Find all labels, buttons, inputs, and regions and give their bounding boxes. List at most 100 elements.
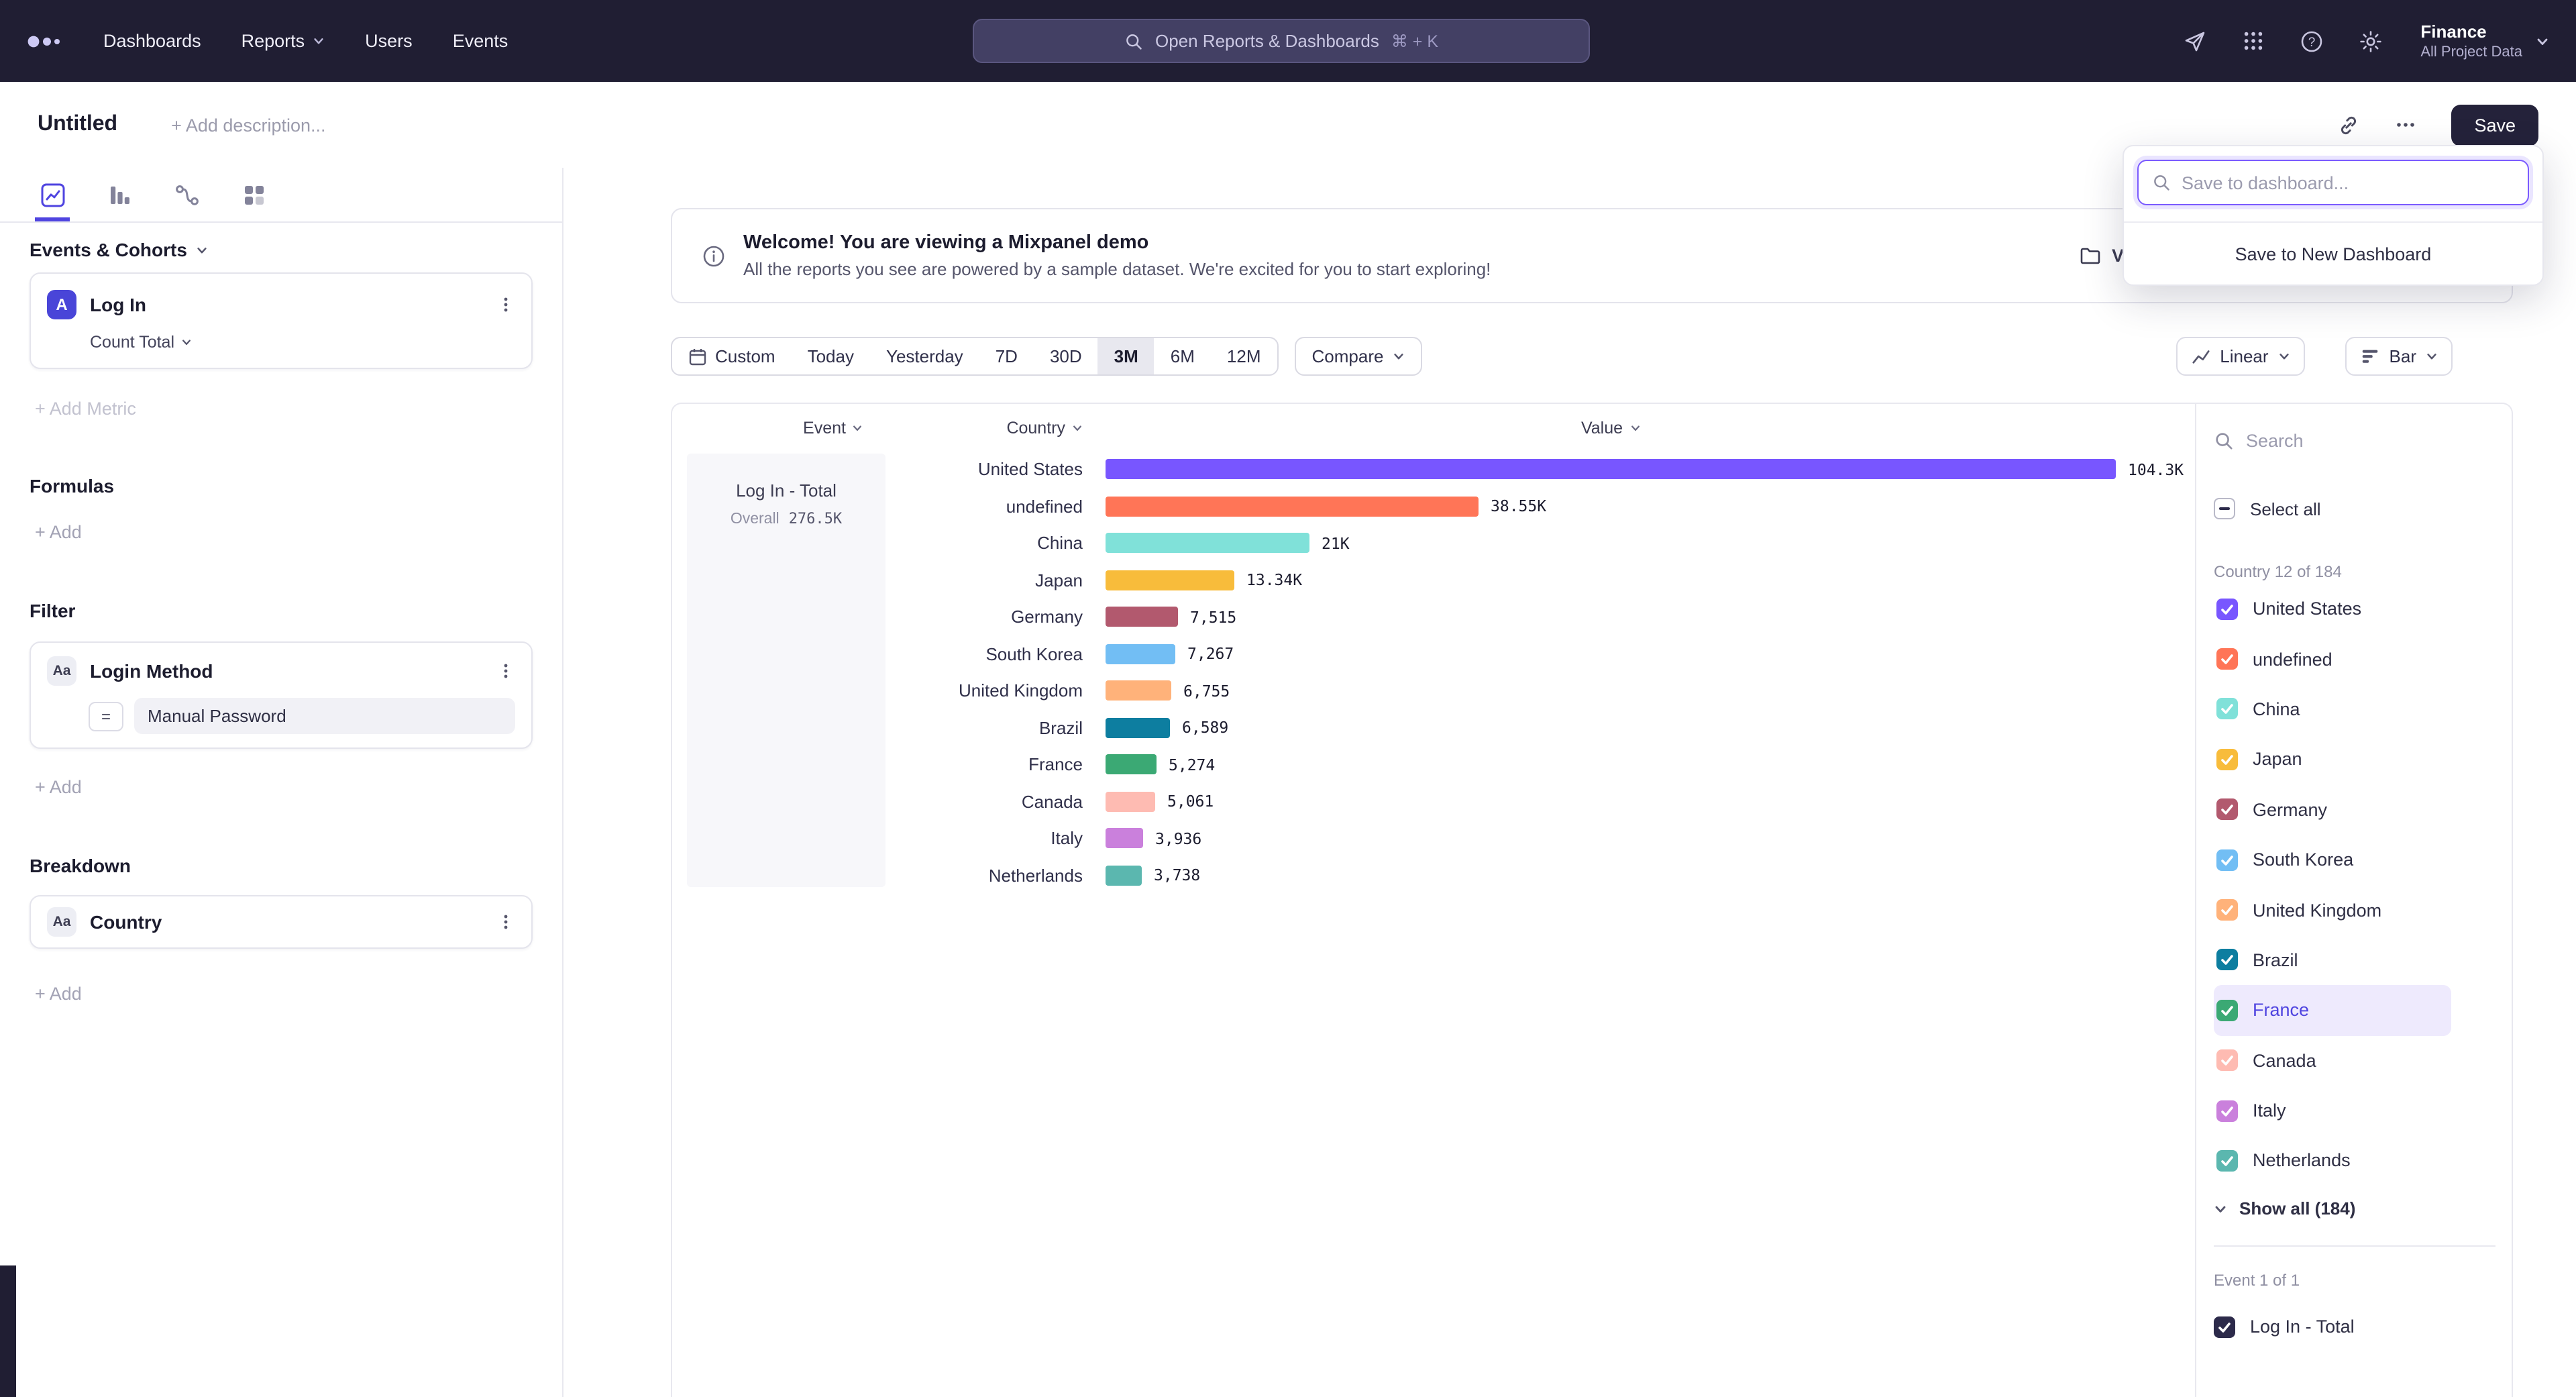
series-item-france[interactable]: France [2214,985,2451,1035]
breakdown-card[interactable]: Aa Country [30,895,533,949]
filter-operator[interactable]: = [89,701,123,731]
breakdown-kebab-menu[interactable] [496,913,515,931]
bar-japan[interactable] [1106,570,1234,590]
series-checkbox[interactable] [2216,1000,2238,1021]
save-button[interactable]: Save [2451,104,2538,146]
send-icon[interactable] [2183,29,2207,53]
date-range-today[interactable]: Today [792,338,870,374]
overall-label: Overall [731,511,780,527]
event-series-checkbox[interactable] [2214,1316,2235,1337]
series-item-germany[interactable]: Germany [2214,784,2451,835]
aggregation-selector[interactable]: Count Total [90,333,515,352]
series-item-china[interactable]: China [2214,684,2451,735]
series-search[interactable] [2214,420,2451,460]
chart-row: undefined38.55K [885,488,2195,525]
tab-funnels[interactable] [102,168,137,221]
series-item-japan[interactable]: Japan [2214,734,2451,784]
series-checkbox[interactable] [2216,698,2238,720]
bar-brazil[interactable] [1106,718,1170,738]
bar-united-kingdom[interactable] [1106,681,1171,701]
report-title[interactable]: Untitled [38,113,117,137]
series-checkbox[interactable] [2216,1100,2238,1121]
bar-united-states[interactable] [1106,460,2116,480]
series-search-input[interactable] [2246,430,2420,450]
apps-grid-icon[interactable] [2242,30,2265,52]
nav-item-reports[interactable]: Reports [241,31,325,51]
add-formula-button[interactable]: + Add [30,522,533,542]
date-range-7d[interactable]: 7D [979,338,1034,374]
bar-germany[interactable] [1106,607,1178,627]
bar-italy[interactable] [1106,829,1143,849]
bar-netherlands[interactable] [1106,866,1142,886]
select-all-row[interactable]: Select all [2214,495,2512,522]
bar-south-korea[interactable] [1106,644,1175,664]
add-description-button[interactable]: + Add description... [171,115,325,135]
settings-gear-icon[interactable] [2359,29,2383,53]
add-breakdown-button[interactable]: + Add [30,984,533,1004]
events-cohorts-heading[interactable]: Events & Cohorts [30,239,533,260]
add-filter-button[interactable]: + Add [30,777,533,797]
series-item-united-states[interactable]: United States [2214,584,2451,634]
date-range-3m[interactable]: 3M [1098,338,1155,374]
show-all-button[interactable]: Show all (184) [2214,1196,2512,1221]
bar-undefined[interactable] [1106,497,1479,517]
series-item-united-kingdom[interactable]: United Kingdom [2214,885,2451,935]
dashboard-search[interactable] [2137,160,2529,205]
scale-selector[interactable]: Linear [2176,337,2304,376]
series-checkbox[interactable] [2216,899,2238,921]
bar-chart: United States104.3Kundefined38.55KChina2… [885,451,2195,894]
column-header-value[interactable]: Value [1106,419,2116,437]
series-checkbox[interactable] [2216,799,2238,821]
date-range-6m[interactable]: 6M [1155,338,1211,374]
series-item-netherlands[interactable]: Netherlands [2214,1136,2451,1186]
add-metric-button[interactable]: + Add Metric [30,399,533,419]
global-search-button[interactable]: Open Reports & Dashboards ⌘ + K [973,19,1590,63]
save-to-new-dashboard-option[interactable]: Save to New Dashboard [2124,223,2542,284]
series-checkbox[interactable] [2216,648,2238,670]
series-checkbox[interactable] [2216,749,2238,770]
series-checkbox[interactable] [2216,1049,2238,1071]
mixpanel-logo[interactable] [27,30,63,52]
series-item-undefined[interactable]: undefined [2214,634,2451,684]
date-range-custom[interactable]: Custom [672,338,792,374]
chart-type-selector[interactable]: Bar [2345,337,2453,376]
bar-china[interactable] [1106,533,1309,554]
filter-card[interactable]: Aa Login Method = Manual Password [30,641,533,749]
metric-card[interactable]: A Log In Count Total [30,272,533,369]
bar-category-label: France [885,755,1083,775]
date-range-30d[interactable]: 30D [1034,338,1098,374]
metric-kebab-menu[interactable] [496,295,515,314]
more-options-button[interactable] [2395,114,2416,136]
series-item-italy[interactable]: Italy [2214,1086,2451,1136]
series-checkbox[interactable] [2216,598,2238,619]
dashboard-search-input[interactable] [2182,172,2514,193]
series-checkbox[interactable] [2216,949,2238,971]
date-range-12m[interactable]: 12M [1211,338,1277,374]
tab-insights[interactable] [35,168,70,221]
bar-france[interactable] [1106,755,1157,775]
series-item-canada[interactable]: Canada [2214,1035,2451,1086]
filter-value[interactable]: Manual Password [134,698,515,734]
nav-item-events[interactable]: Events [453,31,508,51]
tab-retention[interactable] [236,168,271,221]
date-range-yesterday[interactable]: Yesterday [870,338,979,374]
view-dashboards-button[interactable]: V [2080,245,2124,266]
compare-button[interactable]: Compare [1295,337,1423,376]
nav-item-users[interactable]: Users [365,31,413,51]
share-link-button[interactable] [2337,113,2360,136]
project-switcher[interactable]: Finance All Project Data [2420,21,2549,60]
tab-flows[interactable] [169,168,204,221]
nav-item-dashboards[interactable]: Dashboards [103,31,201,51]
date-range-label: 30D [1050,346,1082,366]
column-header-country[interactable]: Country [885,419,1083,437]
event-series-item[interactable]: Log In - Total [2214,1314,2512,1339]
filter-kebab-menu[interactable] [496,662,515,680]
select-all-checkbox[interactable] [2214,498,2235,519]
series-checkbox[interactable] [2216,1150,2238,1172]
bar-canada[interactable] [1106,792,1155,812]
scale-label: Linear [2220,346,2268,366]
series-item-south-korea[interactable]: South Korea [2214,835,2451,885]
help-icon[interactable]: ? [2300,29,2324,53]
series-item-brazil[interactable]: Brazil [2214,935,2451,985]
series-checkbox[interactable] [2216,849,2238,870]
